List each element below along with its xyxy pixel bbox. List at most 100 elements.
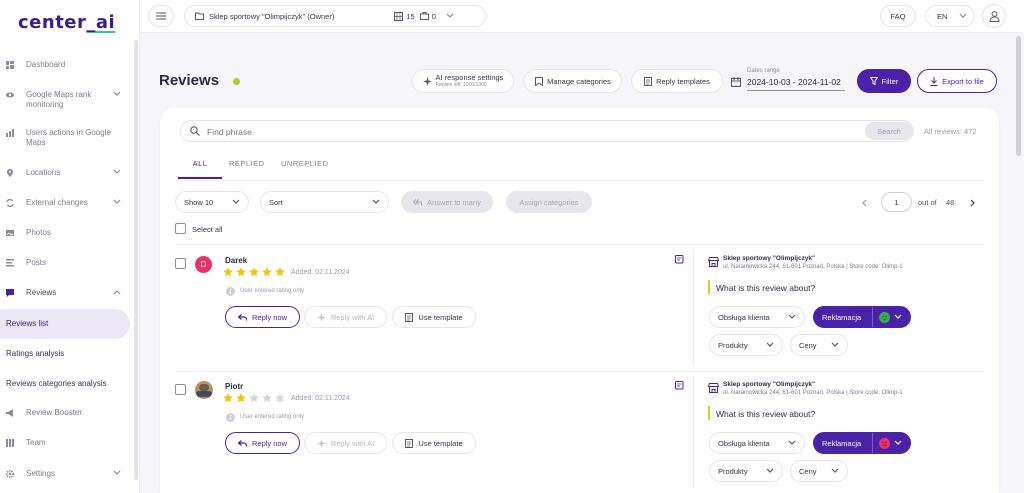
filter-label: Filter	[881, 76, 899, 86]
all-reviews-count: All reviews: 472	[924, 127, 977, 136]
reviews-card: Search All reviews: 472 ALL REPLIED UNRE…	[160, 108, 999, 493]
reply-now-button[interactable]: Reply now	[225, 432, 300, 454]
chevron-down-icon	[113, 169, 121, 174]
page-scrollbar[interactable]	[1016, 36, 1021, 156]
info-icon	[226, 413, 235, 422]
category-tag[interactable]: Obsługa klienta	[709, 432, 805, 454]
star-filled-icon	[249, 267, 259, 277]
edit-note-icon[interactable]	[675, 381, 684, 390]
sparkle-icon	[422, 76, 432, 86]
assign-categories-button[interactable]: Assign categories	[506, 191, 592, 213]
select-all-checkbox[interactable]	[175, 223, 186, 234]
reply-templates-button[interactable]: Reply templates	[631, 69, 723, 93]
category-tag[interactable]: Produkty	[709, 460, 783, 482]
reply-templates-label: Reply templates	[656, 76, 710, 86]
sidebar-item-label: Settings	[26, 469, 55, 478]
tab-all[interactable]: ALL	[178, 159, 222, 168]
store-selector[interactable]: Sklep sportowy "Olimpijczyk" (Owner) 15 …	[184, 5, 486, 27]
search-input[interactable]	[207, 124, 847, 139]
reply-ai-button[interactable]: Reply with AI	[304, 306, 387, 328]
use-template-label: Use template	[418, 312, 463, 322]
chevron-down-icon	[113, 470, 121, 475]
chat-icon	[6, 289, 14, 297]
chart-icon	[6, 129, 14, 137]
sparkle-icon	[316, 438, 326, 448]
category-question: What is this review about?	[716, 409, 816, 419]
reply-ai-label: Reply with AI	[330, 312, 375, 322]
show-count-select[interactable]: Show 10	[175, 191, 249, 213]
chevron-down-icon	[959, 13, 967, 18]
category-tag[interactable]: Ceny	[790, 460, 848, 482]
sidebar: center_ai Dashboard Google Maps rank mon…	[0, 0, 140, 493]
category-tag-selected[interactable]: Reklamacja	[813, 432, 911, 454]
reply-all-icon	[413, 198, 423, 205]
category-label: Reklamacja	[822, 438, 862, 448]
user-menu-button[interactable]	[982, 4, 1006, 28]
chevron-down-icon	[894, 440, 902, 445]
tab-unreplied[interactable]: UNREPLIED	[281, 159, 328, 168]
category-tag[interactable]: Ceny	[790, 334, 848, 356]
image-icon	[6, 230, 14, 236]
reply-icon	[237, 439, 247, 446]
category-tag-selected[interactable]: Reklamacja	[813, 306, 911, 328]
star-empty-icon	[275, 393, 285, 403]
answer-many-button[interactable]: Answer to many	[401, 191, 493, 213]
star-filled-icon	[262, 267, 272, 277]
show-count-value: Show 10	[184, 197, 214, 207]
reply-now-button[interactable]: Reply now	[225, 306, 300, 328]
review-author: Piotr	[225, 382, 244, 391]
date-range-value: 2024-10-03 - 2024-11-02	[747, 77, 841, 87]
sidebar-item-label: Users actions in Google Maps	[26, 128, 111, 147]
sidebar-item-label: Dashboard	[26, 60, 66, 69]
page-input[interactable]: 1	[881, 192, 912, 212]
category-tag[interactable]: Produkty	[709, 334, 783, 356]
calendar-icon	[731, 77, 741, 87]
use-template-button[interactable]: Use template	[392, 306, 476, 328]
rating-only-note: User entered rating only	[240, 288, 305, 294]
answer-many-label: Answer to many	[427, 197, 481, 207]
date-range-picker[interactable]: Dates range 2024-10-03 - 2024-11-02	[731, 68, 845, 92]
category-label: Ceny	[799, 340, 817, 350]
use-template-button[interactable]: Use template	[392, 432, 476, 454]
export-button[interactable]: Export to file	[917, 69, 997, 93]
building-icon	[394, 11, 404, 21]
review-checkbox[interactable]	[175, 384, 186, 395]
category-label: Obsługa klienta	[718, 438, 770, 448]
faq-button[interactable]: FAQ	[880, 5, 916, 27]
briefcase-icon	[419, 12, 429, 20]
store-icon	[708, 257, 719, 267]
language-selector[interactable]: EN	[925, 5, 975, 27]
reply-ai-button[interactable]: Reply with AI	[304, 432, 387, 454]
chevron-right-icon[interactable]	[970, 199, 976, 207]
sidebar-subitem-reviews-list[interactable]: Reviews list	[0, 309, 130, 339]
category-tag[interactable]: Obsługa klienta	[709, 306, 805, 328]
dashboard-icon	[6, 61, 14, 69]
edit-note-icon[interactable]	[675, 255, 684, 264]
manage-categories-button[interactable]: Manage categories	[524, 69, 622, 93]
tab-replied[interactable]: REPLIED	[229, 159, 265, 168]
menu-toggle-button[interactable]	[148, 5, 174, 27]
question-marker	[708, 406, 710, 420]
sidebar-subitem-ratings-analysis[interactable]: Ratings analysis	[0, 339, 130, 369]
sort-select[interactable]: Sort	[260, 191, 389, 213]
team-icon	[6, 439, 14, 447]
date-range-label: Dates range	[747, 68, 780, 74]
search-button[interactable]: Search	[865, 122, 913, 140]
chevron-down-icon	[372, 199, 380, 204]
sparkle-icon	[316, 312, 326, 322]
store-address: ul. Naramowicka 244, 61-601 Poznań, Pols…	[723, 390, 903, 396]
ai-settings-button[interactable]: AI response settings Replies left: 1000/…	[412, 69, 514, 93]
logo[interactable]: center_ai	[18, 12, 115, 33]
chevron-left-icon[interactable]	[861, 199, 867, 207]
chevron-down-icon	[788, 314, 796, 319]
gear-icon	[6, 470, 14, 478]
category-label: Produkty	[718, 340, 748, 350]
sidebar-scrollbar[interactable]	[134, 40, 138, 480]
review-checkbox[interactable]	[175, 258, 186, 269]
star-rating	[223, 267, 293, 279]
sidebar-subitem-categories-analysis[interactable]: Reviews categories analysis	[0, 369, 130, 399]
ai-settings-label: AI response settings	[435, 73, 504, 82]
star-filled-icon	[223, 393, 233, 403]
filter-button[interactable]: Filter	[857, 69, 911, 93]
star-rating	[223, 393, 293, 405]
